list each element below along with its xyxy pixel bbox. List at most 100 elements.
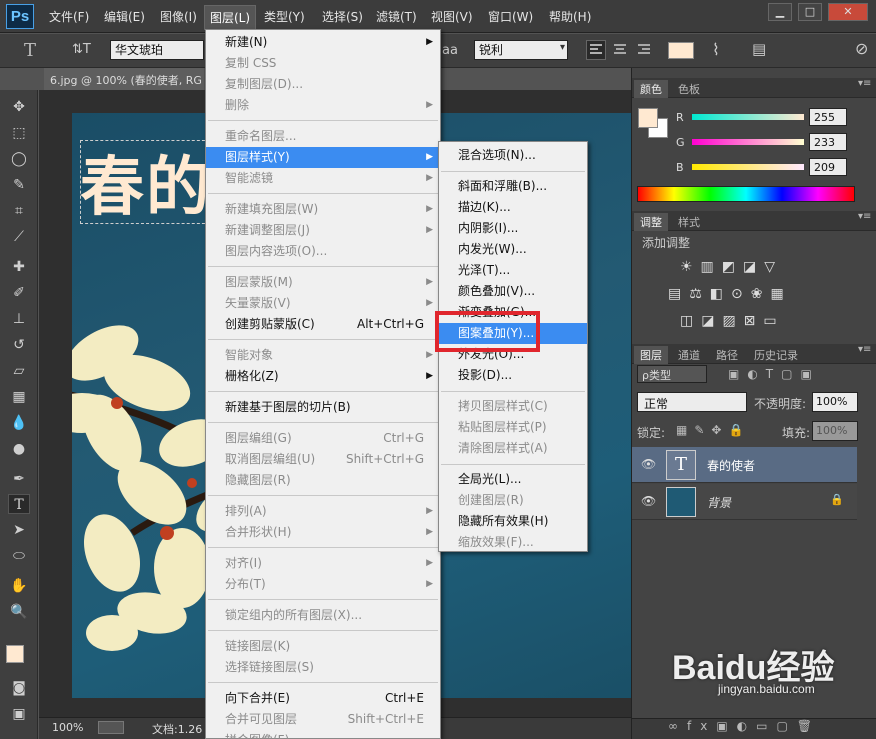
eraser-tool-icon[interactable]: ▱ [8, 361, 30, 381]
panel-menu-icon[interactable]: ▾≡ [858, 344, 871, 355]
cancel-icon[interactable]: ⊘ [855, 39, 868, 58]
tab-history[interactable]: 历史记录 [748, 346, 804, 364]
style-menu-item[interactable]: 内发光(W)... [439, 239, 587, 260]
opacity-input[interactable]: 100% [812, 392, 858, 412]
style-menu-item[interactable]: 内阴影(I)... [439, 218, 587, 239]
color-foreground-swatch[interactable] [638, 108, 658, 128]
channel-r-slider[interactable] [692, 114, 804, 120]
layer-menu-item[interactable]: 栅格化(Z) ▶ [206, 366, 440, 387]
tab-paths[interactable]: 路径 [710, 346, 744, 364]
channel-r-value[interactable]: 255 [809, 108, 847, 126]
healing-brush-tool-icon[interactable]: ✚ [8, 257, 30, 277]
layer-row-background[interactable]: 👁 背景 🔒 [632, 484, 857, 520]
menu-4[interactable]: 类型(Y) [264, 8, 305, 25]
eye-icon[interactable]: 👁 [641, 494, 656, 508]
style-menu-item[interactable]: 光泽(T)... [439, 260, 587, 281]
antialias-select[interactable]: 锐利 [474, 40, 568, 60]
clone-stamp-tool-icon[interactable]: ⊥ [8, 309, 30, 329]
menu-0[interactable]: 文件(F) [49, 8, 89, 25]
quick-selection-tool-icon[interactable]: ✎ [8, 175, 30, 195]
layer-row-text[interactable]: 👁 T 春的使者 [632, 447, 857, 483]
layer-menu-item[interactable]: 创建剪贴蒙版(C) Alt+Ctrl+G [206, 314, 440, 335]
fill-input[interactable]: 100% [812, 421, 858, 441]
panel-menu-icon[interactable]: ▾≡ [858, 78, 871, 89]
menu-7[interactable]: 视图(V) [431, 8, 473, 25]
screen-mode-icon[interactable]: ▣ [8, 704, 30, 724]
marquee-tool-icon[interactable]: ⬚ [8, 123, 30, 143]
layer-name[interactable]: 春的使者 [707, 457, 755, 474]
pen-tool-icon[interactable]: ✒ [8, 469, 30, 489]
adjustment-icons-row-1[interactable]: ☀▥◩◪▽ [680, 259, 783, 275]
eye-icon[interactable]: 👁 [641, 457, 656, 471]
tab-layers[interactable]: 图层 [634, 346, 668, 364]
menu-6[interactable]: 滤镜(T) [376, 8, 417, 25]
dodge-tool-icon[interactable]: ● [8, 439, 30, 459]
color-spectrum-bar[interactable] [637, 186, 855, 202]
menu-1[interactable]: 编辑(E) [104, 8, 145, 25]
shape-tool-icon[interactable]: ⬭ [8, 546, 30, 566]
channel-g-slider[interactable] [692, 139, 804, 145]
hand-tool-icon[interactable]: ✋ [8, 576, 30, 596]
style-menu-item[interactable]: 颜色叠加(V)... [439, 281, 587, 302]
layer-filter-icons[interactable]: ▣◐T▢▣ [728, 367, 820, 381]
tab-channels[interactable]: 通道 [672, 346, 706, 364]
maximize-button[interactable]: □ [798, 3, 822, 21]
type-tool-icon[interactable]: T [24, 40, 36, 61]
channel-b-slider[interactable] [692, 164, 804, 170]
tab-color[interactable]: 颜色 [634, 80, 668, 98]
layer-menu-item[interactable]: 向下合并(E) Ctrl+E [206, 688, 440, 709]
panel-menu-icon[interactable]: ▾≡ [858, 211, 871, 222]
adjustment-icons-row-2[interactable]: ▤⚖◧⊙❀▦ [668, 286, 792, 302]
style-menu-item[interactable]: 投影(D)... [439, 365, 587, 386]
canvas-text-layer[interactable]: 春的 [80, 136, 212, 228]
align-left-button[interactable] [586, 40, 606, 60]
gradient-tool-icon[interactable]: ▦ [8, 387, 30, 407]
text-color-swatch[interactable] [668, 42, 694, 59]
character-panel-icon[interactable]: ▤ [752, 40, 766, 58]
tab-adjustments[interactable]: 调整 [634, 213, 668, 231]
channel-g-value[interactable]: 233 [809, 133, 847, 151]
font-family-select[interactable]: 华文琥珀 [110, 40, 204, 60]
align-center-button[interactable] [611, 41, 629, 62]
eyedropper-tool-icon[interactable]: ⟋ [8, 227, 30, 247]
menu-3[interactable]: 图层(L) [204, 5, 257, 30]
menu-5[interactable]: 选择(S) [322, 8, 363, 25]
layers-footer-icons[interactable]: ∞fx▣◐▭▢🗑 [632, 718, 876, 739]
text-orientation-icon[interactable]: ⇅T [72, 42, 91, 57]
minimize-button[interactable]: ▁ [768, 3, 792, 21]
layer-menu-item[interactable]: 新建(N) ▶ [206, 32, 440, 53]
style-menu-item[interactable]: 描边(K)... [439, 197, 587, 218]
style-menu-item[interactable]: 隐藏所有效果(H) [439, 511, 587, 532]
path-selection-tool-icon[interactable]: ➤ [8, 520, 30, 540]
brush-tool-icon[interactable]: ✐ [8, 283, 30, 303]
lock-icons[interactable]: ▦✎✥🔒 [676, 423, 750, 437]
menu-9[interactable]: 帮助(H) [549, 8, 591, 25]
document-tab[interactable]: 6.jpg @ 100% (春的使者, RG [44, 68, 204, 90]
style-menu-item[interactable]: 全局光(L)... [439, 469, 587, 490]
move-tool-icon[interactable]: ✥ [8, 97, 30, 117]
warp-text-icon[interactable]: ⌇ [712, 40, 720, 59]
channel-b-value[interactable]: 209 [809, 158, 847, 176]
navigator-icon[interactable] [98, 721, 124, 734]
tab-styles[interactable]: 样式 [672, 213, 706, 231]
close-window-button[interactable]: ✕ [828, 3, 868, 21]
tab-swatches[interactable]: 色板 [672, 80, 706, 98]
menu-2[interactable]: 图像(I) [160, 8, 197, 25]
layer-menu-item[interactable]: 图层样式(Y) ▶ [206, 147, 440, 168]
adjustment-icons-row-3[interactable]: ◫◪▨⊠▭ [680, 313, 785, 329]
zoom-tool-icon[interactable]: 🔍 [8, 602, 30, 622]
lasso-tool-icon[interactable]: ◯ [8, 149, 30, 169]
quick-mask-icon[interactable]: ◙ [8, 678, 30, 698]
type-tool-icon[interactable]: T [8, 494, 30, 514]
menu-8[interactable]: 窗口(W) [488, 8, 533, 25]
align-right-button[interactable] [635, 41, 653, 62]
crop-tool-icon[interactable]: ⌗ [8, 201, 30, 221]
history-brush-tool-icon[interactable]: ↺ [8, 335, 30, 355]
layer-menu-item[interactable]: 新建基于图层的切片(B) [206, 397, 440, 418]
style-menu-item[interactable]: 斜面和浮雕(B)... [439, 176, 587, 197]
foreground-color-swatch[interactable] [6, 645, 24, 663]
zoom-level[interactable]: 100% [52, 721, 83, 734]
blend-mode-select[interactable]: 正常 [637, 392, 747, 412]
style-menu-item[interactable]: 混合选项(N)... [439, 145, 587, 166]
layer-filter-select[interactable]: ρ类型 [637, 365, 707, 383]
